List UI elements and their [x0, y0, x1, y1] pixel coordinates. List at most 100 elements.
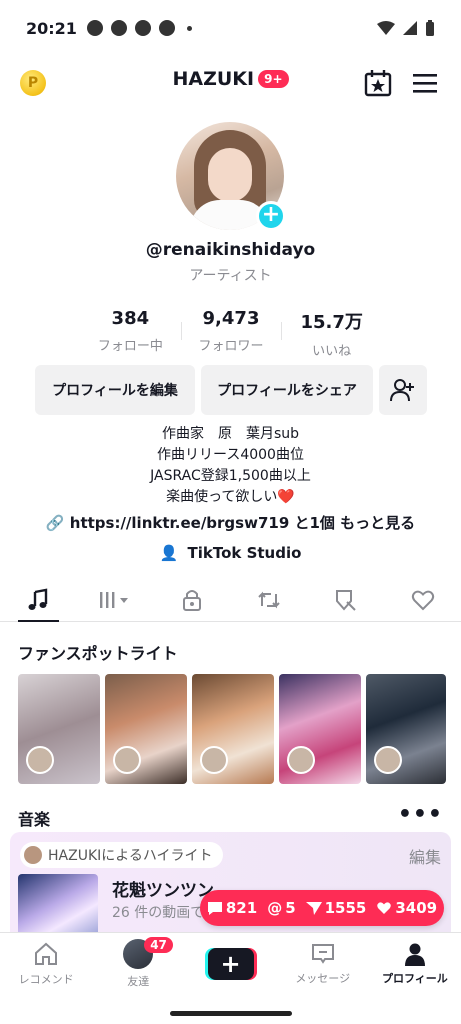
- spotlight-thumbnail[interactable]: [366, 674, 446, 784]
- fan-avatar: [374, 746, 402, 774]
- profile-stats: 384 フォロー中 9,473 フォロワー 15.7万 いいね: [80, 308, 382, 359]
- bio-line: 作曲リリース4000曲位: [157, 447, 304, 463]
- tab-reposts[interactable]: [230, 578, 307, 621]
- signal-icon: [403, 21, 417, 35]
- studio-label: TikTok Studio: [187, 544, 302, 562]
- nav-profile-label: プロフィール: [382, 971, 448, 985]
- role-label: アーティスト: [189, 268, 272, 284]
- send-icon: [305, 902, 322, 915]
- studio-icon: 👤: [159, 544, 179, 562]
- add-story-button[interactable]: +: [256, 201, 286, 231]
- comments-stat: 821: [207, 899, 257, 917]
- followers-stat[interactable]: 9,473 フォロワー: [180, 308, 282, 358]
- mentions-stat: @ 5: [267, 899, 295, 917]
- more-notifications-icon: [186, 25, 192, 31]
- chat-icon: [110, 20, 127, 36]
- fan-avatar: [113, 746, 141, 774]
- tiktok-studio-link[interactable]: 👤 TikTok Studio: [0, 544, 461, 562]
- heart-filled-icon: [377, 902, 392, 914]
- home-icon: [35, 942, 58, 965]
- menu-icon[interactable]: [411, 70, 439, 96]
- highlight-chip-label: HAZUKIによるハイライト: [48, 848, 213, 864]
- likes-count: 15.7万: [300, 312, 363, 333]
- likes-label: いいね: [312, 344, 352, 359]
- song-title: 花魁ツンツン: [112, 881, 214, 901]
- profile-actions: プロフィールを編集 プロフィールをシェア: [35, 365, 427, 415]
- nav-friends-label: 友達: [127, 974, 150, 988]
- battery-icon: [426, 20, 434, 36]
- nav-profile[interactable]: プロフィール: [369, 933, 461, 994]
- likes-stat[interactable]: 15.7万 いいね: [281, 308, 382, 359]
- share-profile-button[interactable]: プロフィールをシェア: [201, 365, 373, 415]
- music-header: 音楽 •••: [18, 802, 443, 829]
- mentions-count: 5: [285, 899, 296, 917]
- spotlight-thumbnail[interactable]: [18, 674, 100, 784]
- wifi-icon: [377, 21, 395, 35]
- friends-badge: 47: [144, 937, 173, 953]
- comment-icon: [207, 902, 222, 915]
- likes-stat-pill: 3409: [376, 899, 437, 917]
- link-url: https://linktr.ee/brgsw719: [69, 514, 290, 532]
- tab-private[interactable]: [154, 578, 231, 621]
- bio-line: 作曲家 原 葉月sub: [161, 426, 300, 442]
- music-title: 音楽: [18, 810, 51, 829]
- fan-spotlight-title: ファンスポットライト: [18, 644, 178, 663]
- calendar-star-icon[interactable]: [363, 68, 393, 98]
- create-plus-icon: +: [207, 947, 254, 980]
- nav-home[interactable]: レコメンド: [0, 933, 92, 994]
- music-icon: [28, 588, 48, 610]
- tab-liked[interactable]: [384, 578, 461, 621]
- status-time: 20:21: [26, 18, 77, 38]
- engagement-pill[interactable]: 821 @ 5 1555 3409: [200, 890, 444, 926]
- highlight-chip: HAZUKIによるハイライト: [20, 842, 223, 868]
- nav-messages-label: メッセージ: [295, 971, 351, 985]
- bio-line: JASRAC登録1,500曲以上: [150, 468, 311, 484]
- add-friend-button[interactable]: [379, 365, 427, 415]
- shares-count: 1555: [324, 899, 367, 917]
- tab-music[interactable]: [0, 578, 77, 622]
- bio: 作曲家 原 葉月sub 作曲リリース4000曲位 JASRAC登録1,500曲以…: [0, 424, 461, 508]
- following-label: フォロー中: [97, 339, 163, 354]
- nav-create[interactable]: +: [184, 933, 276, 994]
- tiktok-icon: [134, 20, 151, 36]
- link-more: と1個 もっと見る: [289, 514, 416, 532]
- repost-icon: [258, 591, 280, 608]
- fan-spotlight-list: [18, 674, 446, 784]
- heart-icon: [411, 590, 434, 610]
- at-icon: @: [267, 899, 283, 917]
- comments-count: 821: [225, 899, 258, 917]
- spotlight-thumbnail[interactable]: [279, 674, 361, 784]
- likes-count-pill: 3409: [395, 899, 438, 917]
- account-name: HAZUKI: [172, 68, 255, 90]
- fan-avatar: [200, 746, 228, 774]
- more-options-icon[interactable]: •••: [398, 802, 443, 827]
- spotlight-thumbnail[interactable]: [105, 674, 187, 784]
- nav-friends[interactable]: 47 友達: [92, 933, 184, 994]
- add-person-icon: [390, 379, 414, 402]
- tab-tagged[interactable]: [307, 578, 384, 621]
- highlight-edit-button[interactable]: 編集: [409, 844, 441, 868]
- following-stat[interactable]: 384 フォロー中: [80, 308, 181, 358]
- followers-count: 9,473: [202, 308, 260, 329]
- username: @renaikinshidayo: [145, 240, 316, 260]
- nav-messages[interactable]: メッセージ: [277, 933, 369, 994]
- notification-badge: 9+: [258, 70, 289, 88]
- edit-profile-button[interactable]: プロフィールを編集: [35, 365, 195, 415]
- inbox-icon: [311, 943, 334, 964]
- home-indicator: [170, 1011, 292, 1016]
- followers-label: フォロワー: [198, 339, 264, 354]
- spotlight-thumbnail[interactable]: [192, 674, 274, 784]
- chip-avatar: [24, 846, 42, 864]
- content-tabs: [0, 578, 461, 622]
- bio-line: 楽曲使って欲しい❤️: [166, 489, 295, 505]
- profile-link[interactable]: 🔗 https://linktr.ee/brgsw719 と1個 もっと見る: [0, 512, 461, 533]
- song-video-count: 26 件の動画で: [112, 905, 205, 921]
- fan-avatar: [287, 746, 315, 774]
- profile-icon: [404, 943, 425, 966]
- tab-videos[interactable]: [77, 578, 154, 621]
- lock-icon: [183, 589, 202, 611]
- shares-stat: 1555: [305, 899, 367, 917]
- tag-icon: [335, 589, 356, 611]
- bars-icon: [100, 591, 129, 608]
- status-bar: 20:21: [0, 0, 461, 56]
